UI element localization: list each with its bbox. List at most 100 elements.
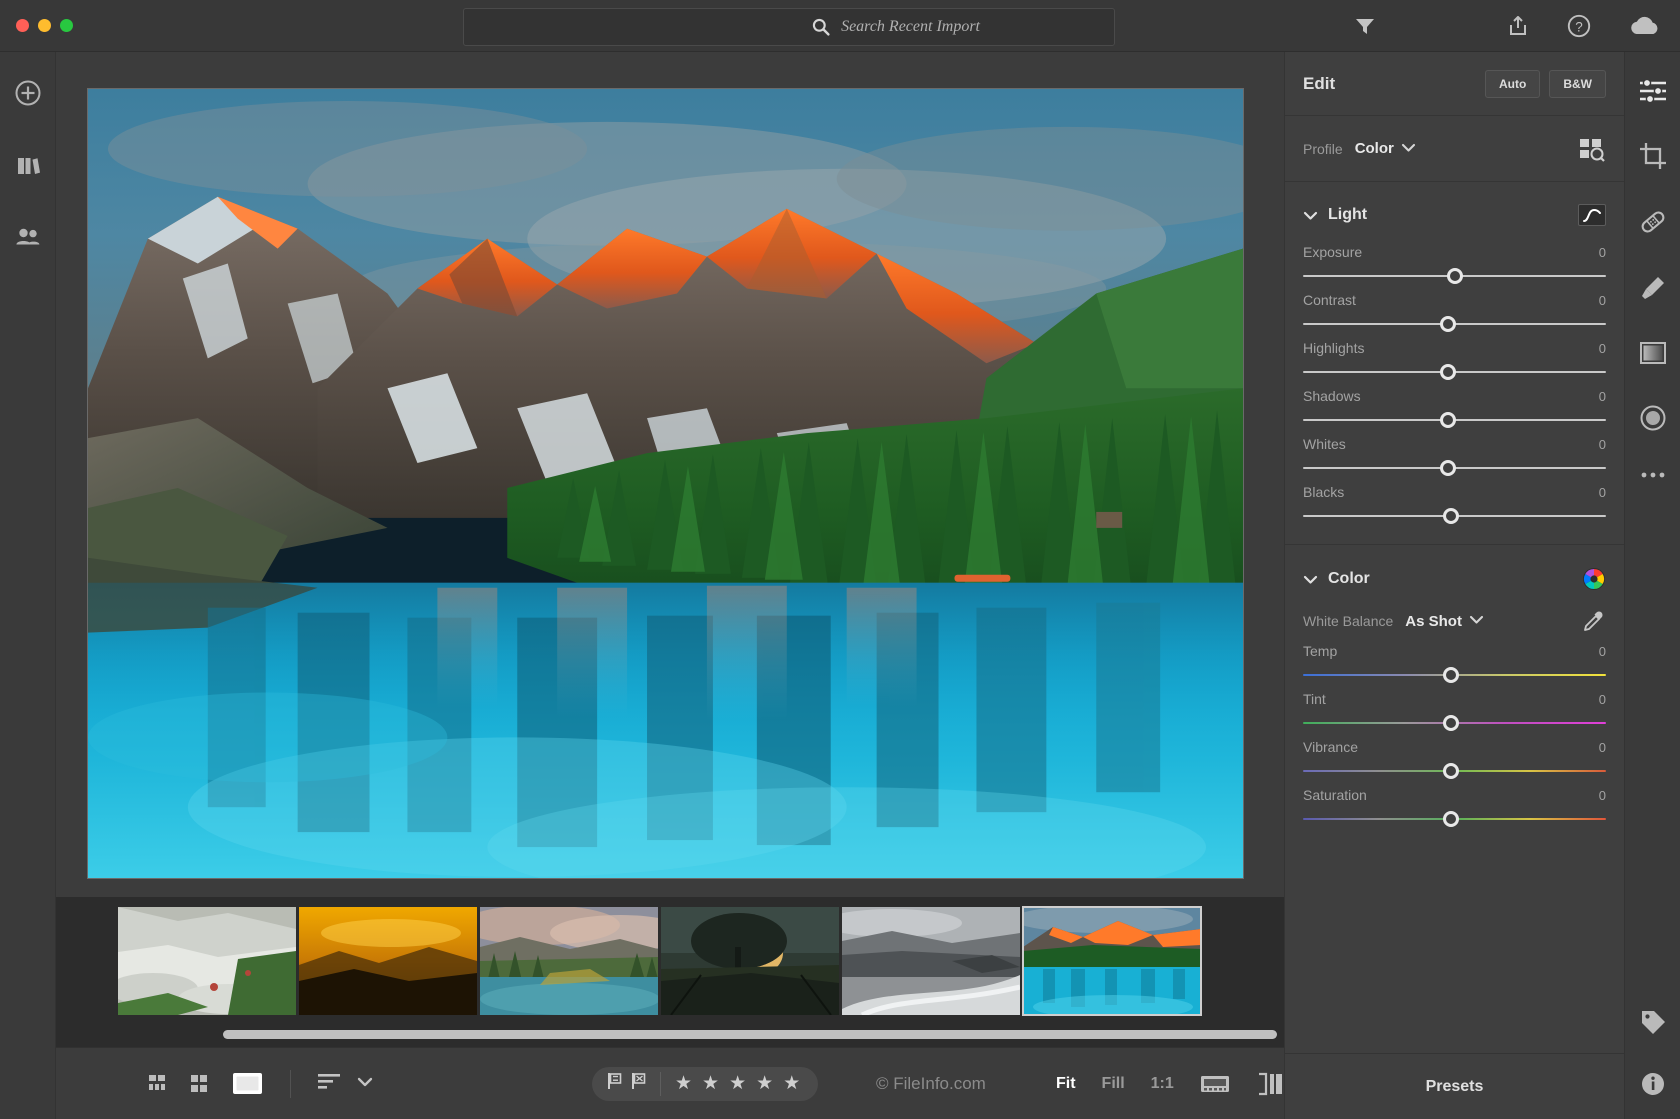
before-after-icon[interactable]	[1256, 1072, 1284, 1096]
ellipsis-icon[interactable]	[1639, 470, 1667, 480]
flag-pick-icon[interactable]	[606, 1071, 624, 1096]
slider-label: Saturation	[1303, 787, 1599, 803]
thumb-rocky-path[interactable]	[118, 907, 296, 1015]
slider-highlights[interactable]: Highlights 0	[1285, 334, 1624, 382]
presets-button[interactable]: Presets	[1285, 1053, 1624, 1119]
slider-track[interactable]	[1303, 761, 1606, 781]
slider-knob[interactable]	[1443, 715, 1459, 731]
help-icon[interactable]: ?	[1566, 13, 1592, 39]
profile-browser-icon[interactable]	[1578, 136, 1606, 162]
slider-knob[interactable]	[1440, 364, 1456, 380]
grid-square-icon[interactable]	[190, 1073, 216, 1095]
chevron-down-icon[interactable]	[1303, 574, 1318, 585]
slider-knob[interactable]	[1440, 460, 1456, 476]
color-mixer-icon[interactable]	[1582, 567, 1606, 591]
main-photo[interactable]	[87, 88, 1244, 879]
thumb-autumn-lake[interactable]	[480, 907, 658, 1015]
slider-track[interactable]	[1303, 410, 1606, 430]
filmstrip-icon[interactable]	[1200, 1073, 1230, 1095]
sliders-icon[interactable]	[1638, 78, 1668, 104]
chevron-down-icon[interactable]	[1303, 210, 1318, 221]
profile-value[interactable]: Color	[1355, 140, 1394, 157]
slider-knob[interactable]	[1443, 811, 1459, 827]
share-icon[interactable]	[1506, 14, 1530, 38]
slider-knob[interactable]	[1443, 508, 1459, 524]
filmstrip-scrollbar-thumb[interactable]	[223, 1030, 1277, 1039]
zoom-1to1-button[interactable]: 1:1	[1151, 1075, 1174, 1093]
brush-icon[interactable]	[1639, 274, 1667, 302]
sort-control[interactable]	[317, 1071, 373, 1096]
slider-knob[interactable]	[1443, 667, 1459, 683]
maximize-window-button[interactable]	[60, 19, 73, 32]
thumb-orange-dunes[interactable]	[299, 907, 477, 1015]
profile-row: Profile Color	[1285, 116, 1624, 182]
star-2[interactable]: ★	[702, 1074, 719, 1093]
slider-track[interactable]	[1303, 362, 1606, 382]
thumb-lone-tree[interactable]	[661, 907, 839, 1015]
slider-saturation[interactable]: Saturation 0	[1285, 781, 1624, 829]
plus-circle-icon[interactable]	[13, 78, 43, 108]
star-4[interactable]: ★	[756, 1074, 773, 1093]
cloud-icon[interactable]	[1628, 14, 1662, 38]
books-icon[interactable]	[13, 150, 43, 180]
left-sidebar	[0, 52, 56, 1119]
slider-track[interactable]	[1303, 809, 1606, 829]
search-bar[interactable]: Search Recent Import	[463, 8, 1115, 46]
bandaid-icon[interactable]	[1638, 208, 1668, 236]
tone-curve-icon[interactable]	[1578, 204, 1606, 226]
tag-icon[interactable]	[1639, 1009, 1667, 1037]
slider-value: 0	[1599, 437, 1606, 452]
view-mode-group	[56, 1070, 373, 1098]
slider-tint[interactable]: Tint 0	[1285, 685, 1624, 733]
slider-whites[interactable]: Whites 0	[1285, 430, 1624, 478]
people-icon[interactable]	[13, 222, 43, 252]
auto-button[interactable]: Auto	[1485, 70, 1540, 98]
radial-gradient-icon[interactable]	[1639, 404, 1667, 432]
crop-icon[interactable]	[1639, 142, 1667, 170]
filter-icon[interactable]	[1353, 14, 1377, 43]
slider-blacks[interactable]: Blacks 0	[1285, 478, 1624, 526]
star-3[interactable]: ★	[729, 1074, 746, 1093]
eyedropper-icon[interactable]	[1582, 609, 1606, 633]
star-rating[interactable]: ★ ★ ★ ★ ★	[665, 1074, 812, 1093]
white-balance-value[interactable]: As Shot	[1405, 613, 1462, 630]
slider-exposure[interactable]: Exposure 0	[1285, 238, 1624, 286]
zoom-fit-button[interactable]: Fit	[1056, 1075, 1076, 1093]
color-section-header[interactable]: Color	[1285, 545, 1624, 603]
detail-icon[interactable]	[232, 1072, 264, 1096]
edit-sections: Light Exposure 0	[1285, 182, 1624, 1053]
slider-temp[interactable]: Temp 0	[1285, 637, 1624, 685]
slider-label: Shadows	[1303, 388, 1599, 404]
zoom-fill-button[interactable]: Fill	[1102, 1075, 1125, 1093]
slider-shadows[interactable]: Shadows 0	[1285, 382, 1624, 430]
slider-track[interactable]	[1303, 314, 1606, 334]
minimize-window-button[interactable]	[38, 19, 51, 32]
slider-knob[interactable]	[1440, 412, 1456, 428]
bw-button[interactable]: B&W	[1549, 70, 1606, 98]
close-window-button[interactable]	[16, 19, 29, 32]
thumb-bw-stream[interactable]	[842, 907, 1020, 1015]
slider-track[interactable]	[1303, 458, 1606, 478]
slider-contrast[interactable]: Contrast 0	[1285, 286, 1624, 334]
slider-knob[interactable]	[1447, 268, 1463, 284]
slider-track[interactable]	[1303, 713, 1606, 733]
star-1[interactable]: ★	[675, 1074, 692, 1093]
search-input[interactable]: Search Recent Import	[841, 18, 980, 36]
slider-track[interactable]	[1303, 506, 1606, 526]
light-section-header[interactable]: Light	[1285, 182, 1624, 238]
chevron-down-icon[interactable]	[1401, 140, 1416, 158]
slider-track[interactable]	[1303, 665, 1606, 685]
chevron-down-icon[interactable]	[1469, 612, 1484, 630]
grid-compact-icon[interactable]	[148, 1073, 174, 1095]
thumb-moraine-lake[interactable]	[1023, 907, 1201, 1015]
slider-track[interactable]	[1303, 266, 1606, 286]
linear-gradient-icon[interactable]	[1639, 340, 1667, 366]
slider-knob[interactable]	[1440, 316, 1456, 332]
info-icon[interactable]	[1640, 1071, 1666, 1097]
slider-knob[interactable]	[1443, 763, 1459, 779]
flag-reject-icon[interactable]	[630, 1071, 648, 1096]
zoom-controls: Fit Fill 1:1	[1056, 1072, 1284, 1096]
slider-vibrance[interactable]: Vibrance 0	[1285, 733, 1624, 781]
star-5[interactable]: ★	[783, 1074, 800, 1093]
filmstrip-scrollbar[interactable]	[118, 1030, 1276, 1039]
